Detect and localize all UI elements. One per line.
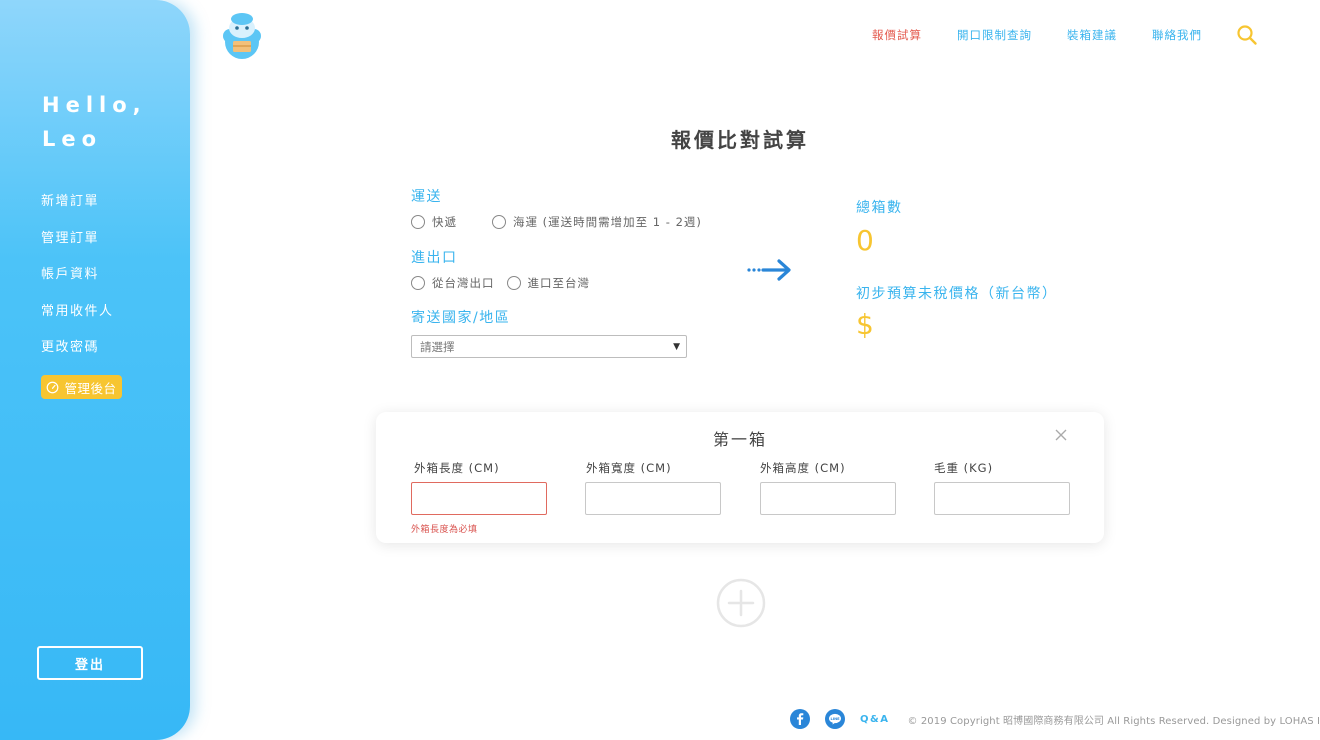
radio-label: 進口至台灣 (527, 276, 590, 290)
radio-label: 快遞 (432, 215, 457, 229)
shipping-option-sea[interactable]: 海運 (運送時間需增加至 1 - 2週) (492, 214, 702, 230)
sidebar-nav: 新增訂單 管理訂單 帳戶資料 常用收件人 更改密碼 (41, 192, 114, 375)
footer: LINE Q&A © 2019 Copyright 昭博國際商務有限公司 All… (790, 709, 1320, 729)
weight-label: 毛重 (KG) (934, 461, 994, 475)
option-import-to-taiwan[interactable]: 進口至台灣 (506, 275, 591, 291)
radio-circle[interactable] (506, 276, 521, 290)
budget-label: 初步預算未稅價格（新台幣） (856, 286, 1058, 302)
add-box-button[interactable] (716, 578, 766, 628)
destination-select-value: 請選擇 (420, 339, 455, 354)
admin-console-label: 管理後台 (64, 380, 117, 396)
box-title: 第一箱 (712, 430, 767, 449)
total-boxes-value: 0 (856, 224, 874, 257)
nav-packing-suggestion[interactable]: 裝箱建議 (1067, 27, 1117, 43)
gauge-icon (47, 381, 59, 393)
facebook-icon[interactable] (790, 709, 810, 729)
sidebar-item-recipients[interactable]: 常用收件人 (41, 302, 114, 339)
shipping-radio-group: 快遞 海運 (運送時間需增加至 1 - 2週) (411, 214, 722, 230)
option-export-from-taiwan[interactable]: 從台灣出口 (411, 275, 495, 291)
import-export-label: 進出口 (411, 250, 458, 266)
copyright-text: © 2019 Copyright 昭博國際商務有限公司 All Rights R… (907, 715, 1320, 727)
radio-label: 從台灣出口 (432, 276, 495, 290)
radio-circle[interactable] (411, 215, 425, 229)
shipping-label: 運送 (411, 189, 442, 205)
length-error-message: 外箱長度為必填 (411, 525, 478, 535)
total-boxes-label: 總箱數 (856, 200, 903, 216)
page-title: 報價比對試算 (671, 128, 809, 152)
length-label: 外箱長度 (CM) (414, 461, 500, 475)
greeting-hello: Hello, (42, 93, 147, 117)
sidebar-item-manage-orders[interactable]: 管理訂單 (41, 229, 114, 266)
line-messenger-icon[interactable]: LINE (825, 709, 845, 729)
nav-contact-us[interactable]: 聯絡我們 (1152, 27, 1202, 43)
destination-select[interactable]: 請選擇 ▼ (411, 335, 687, 358)
shipping-option-express[interactable]: 快遞 (411, 214, 457, 230)
admin-console-button[interactable]: 管理後台 (41, 375, 122, 399)
height-input[interactable] (760, 482, 896, 515)
top-nav: 報價試算 開口限制查詢 裝箱建議 聯絡我們 (872, 27, 1237, 43)
sidebar-item-new-order[interactable]: 新增訂單 (41, 192, 114, 229)
length-input[interactable] (411, 482, 547, 515)
sidebar-item-change-password[interactable]: 更改密碼 (41, 338, 114, 375)
sidebar: Hello, Leo 新增訂單 管理訂單 帳戶資料 常用收件人 更改密碼 管理後… (0, 0, 190, 740)
width-label: 外箱寬度 (CM) (586, 461, 672, 475)
svg-text:LINE: LINE (830, 717, 840, 721)
height-label: 外箱高度 (CM) (760, 461, 846, 475)
radio-label: 海運 (運送時間需增加至 1 - 2週) (513, 215, 702, 229)
width-input[interactable] (585, 482, 721, 515)
weight-input[interactable] (934, 482, 1070, 515)
nav-quote-calculator[interactable]: 報價試算 (872, 27, 922, 43)
qa-link[interactable]: Q&A (860, 714, 889, 725)
caret-down-icon: ▼ (673, 341, 680, 352)
radio-circle[interactable] (411, 276, 425, 290)
close-icon[interactable] (1054, 428, 1068, 442)
destination-label: 寄送國家/地區 (411, 310, 511, 326)
radio-circle[interactable] (492, 215, 506, 229)
box-card: 第一箱 外箱長度 (CM) 外箱長度為必填 外箱寬度 (CM) 外箱高度 (CM… (376, 412, 1104, 543)
nav-opening-limit-lookup[interactable]: 開口限制查詢 (957, 27, 1032, 43)
logout-button[interactable]: 登出 (37, 646, 143, 680)
search-icon[interactable] (1236, 24, 1258, 46)
arrow-right-icon (747, 259, 791, 281)
budget-value: $ (856, 308, 874, 341)
sheep-logo-icon[interactable] (220, 10, 264, 60)
import-export-radio-group: 從台灣出口 進口至台灣 (411, 275, 610, 291)
sidebar-item-account[interactable]: 帳戶資料 (41, 265, 114, 302)
